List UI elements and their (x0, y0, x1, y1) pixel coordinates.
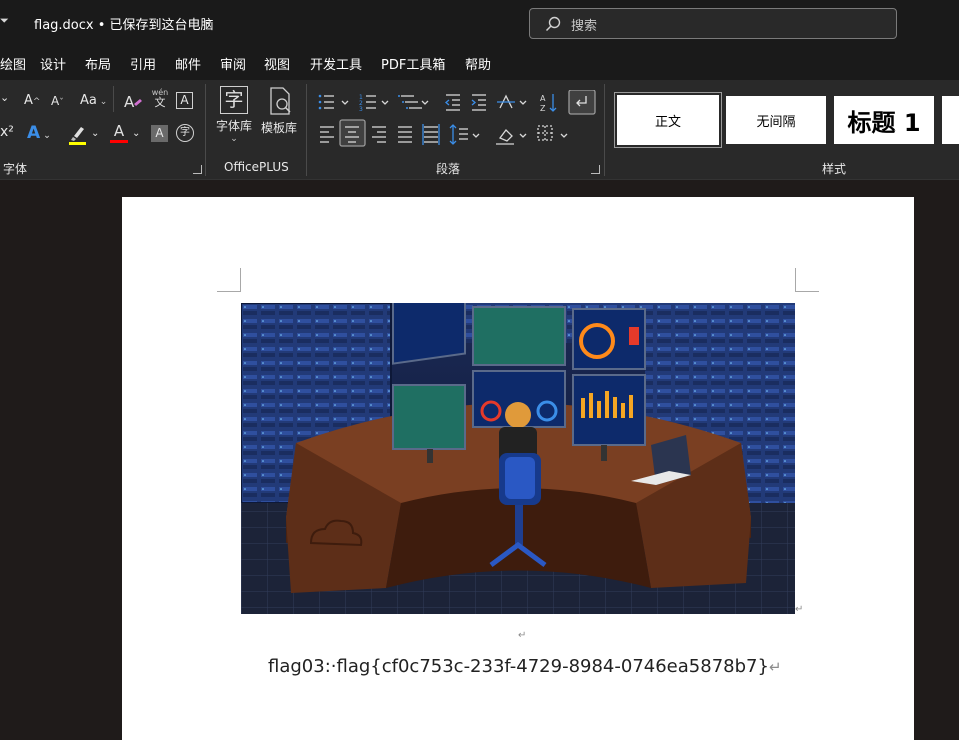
search-box[interactable]: 搜索 (529, 8, 897, 39)
font-library-dropdown-icon: ⌄ (230, 134, 238, 144)
svg-text:3: 3 (359, 106, 363, 113)
flag-text-line[interactable]: flag03:·flag{cf0c753c-233f-4729-8984-074… (268, 656, 782, 677)
font-dialog-launcher-icon[interactable] (193, 165, 202, 174)
font-library-icon: 字 (220, 86, 248, 114)
phonetic-guide-bottom: 文 (154, 96, 166, 109)
tab-review[interactable]: 审阅 (220, 54, 246, 73)
svg-text:A: A (124, 93, 135, 111)
shrink-font-button[interactable]: Aˇ (51, 94, 64, 108)
margin-mark-left (217, 268, 241, 292)
paragraph-dialog-launcher-icon[interactable] (591, 165, 600, 174)
save-status: 已保存到这台电脑 (109, 18, 214, 33)
chevron-down-icon[interactable]: ⌄ (203, 14, 212, 27)
style-no-spacing[interactable]: 无间隔 (726, 96, 826, 144)
style-normal-wrapper[interactable]: 正文 (614, 92, 722, 148)
font-library-label: 字体库 (215, 119, 252, 133)
document-title[interactable]: flag.docx • 已保存到这台电脑 (34, 14, 214, 33)
font-color-dropdown-icon[interactable]: ⌄ (132, 128, 140, 139)
phonetic-guide-button[interactable]: wén 文 (150, 89, 170, 109)
ribbon-separator (205, 84, 206, 176)
paragraph-controls: 123 AZ (318, 90, 596, 147)
ribbon-separator (306, 84, 307, 176)
highlighter-dropdown-icon[interactable]: ⌄ (91, 128, 99, 139)
font-divider (113, 86, 114, 112)
title-bar: ⏷ flag.docx • 已保存到这台电脑 ⌄ 搜索 (0, 0, 959, 46)
tab-view[interactable]: 视图 (264, 54, 290, 73)
font-library-button[interactable]: 字 字体库 ⌄ (214, 86, 254, 144)
ribbon-separator (604, 84, 605, 176)
search-icon (545, 16, 561, 32)
quick-access-caret-icon[interactable]: ⏷ (0, 14, 9, 28)
template-library-icon (270, 87, 291, 115)
font-color-icon: A (113, 122, 125, 140)
flag-text: flag03:·flag{cf0c753c-233f-4729-8984-074… (268, 656, 769, 677)
empty-paragraph-mark: ↵ (518, 630, 527, 641)
template-library-button[interactable]: 模板库 (258, 86, 300, 136)
style-normal: 正文 (617, 95, 719, 145)
character-border-button[interactable]: A (176, 92, 193, 109)
flag-paragraph-mark: ↵ (768, 658, 782, 676)
bullets-icon (318, 94, 334, 110)
character-shading-button[interactable]: A (151, 125, 168, 142)
template-library-label: 模板库 (260, 121, 297, 135)
change-case-button[interactable]: Aa ⌄ (80, 93, 107, 108)
styles-group-label: 样式 (822, 162, 847, 176)
image-paragraph-mark: ↵ (795, 604, 804, 615)
officeplus-group-label: OfficePLUS (224, 160, 289, 174)
font-group-label: 字体 (3, 162, 28, 176)
grow-font-button[interactable]: A^ (24, 93, 40, 108)
tab-pdf-tools[interactable]: PDF工具箱 (381, 54, 445, 73)
paragraph-group-label: 段落 (436, 162, 461, 176)
search-placeholder: 搜索 (571, 19, 598, 34)
svg-text:Z: Z (540, 104, 546, 113)
document-name: flag.docx (34, 18, 94, 33)
text-effects-icon: A (27, 123, 41, 143)
superscript-button[interactable]: x² (0, 124, 14, 140)
clear-formatting-icon[interactable]: A (123, 92, 143, 112)
tab-references[interactable]: 引用 (130, 54, 156, 73)
margin-mark-right (795, 268, 819, 292)
grow-font-icon: A (24, 93, 33, 108)
highlighter-icon[interactable] (68, 124, 88, 146)
change-case-icon: Aa (80, 93, 97, 108)
text-effects-button[interactable]: A ⌄ (27, 123, 51, 143)
shrink-font-icon: A (51, 94, 60, 108)
font-color-button[interactable]: A (110, 123, 128, 143)
style-heading1[interactable]: 标题 1 (834, 96, 934, 144)
font-size-dropdown-icon[interactable]: ⌄ (0, 91, 9, 104)
enclose-characters-button[interactable]: 字 (176, 124, 194, 142)
tab-layout[interactable]: 布局 (85, 54, 111, 73)
style-next-partial[interactable] (942, 96, 959, 144)
tab-help[interactable]: 帮助 (465, 54, 491, 73)
tab-developer[interactable]: 开发工具 (310, 54, 362, 73)
ribbon: ⌄ A^ Aˇ Aa ⌄ A wén 文 A x² A ⌄ ⌄ A ⌄ A 字 … (0, 80, 959, 180)
tab-mailings[interactable]: 邮件 (175, 54, 201, 73)
ribbon-tabs: 绘图 设计 布局 引用 邮件 审阅 视图 开发工具 PDF工具箱 帮助 (0, 46, 959, 80)
font-color-swatch (110, 140, 128, 143)
tab-design[interactable]: 设计 (40, 54, 66, 73)
title-separator: • (97, 18, 106, 33)
tab-draw[interactable]: 绘图 (0, 54, 26, 73)
svg-text:A: A (540, 94, 546, 103)
server-room-illustration[interactable] (241, 303, 795, 614)
